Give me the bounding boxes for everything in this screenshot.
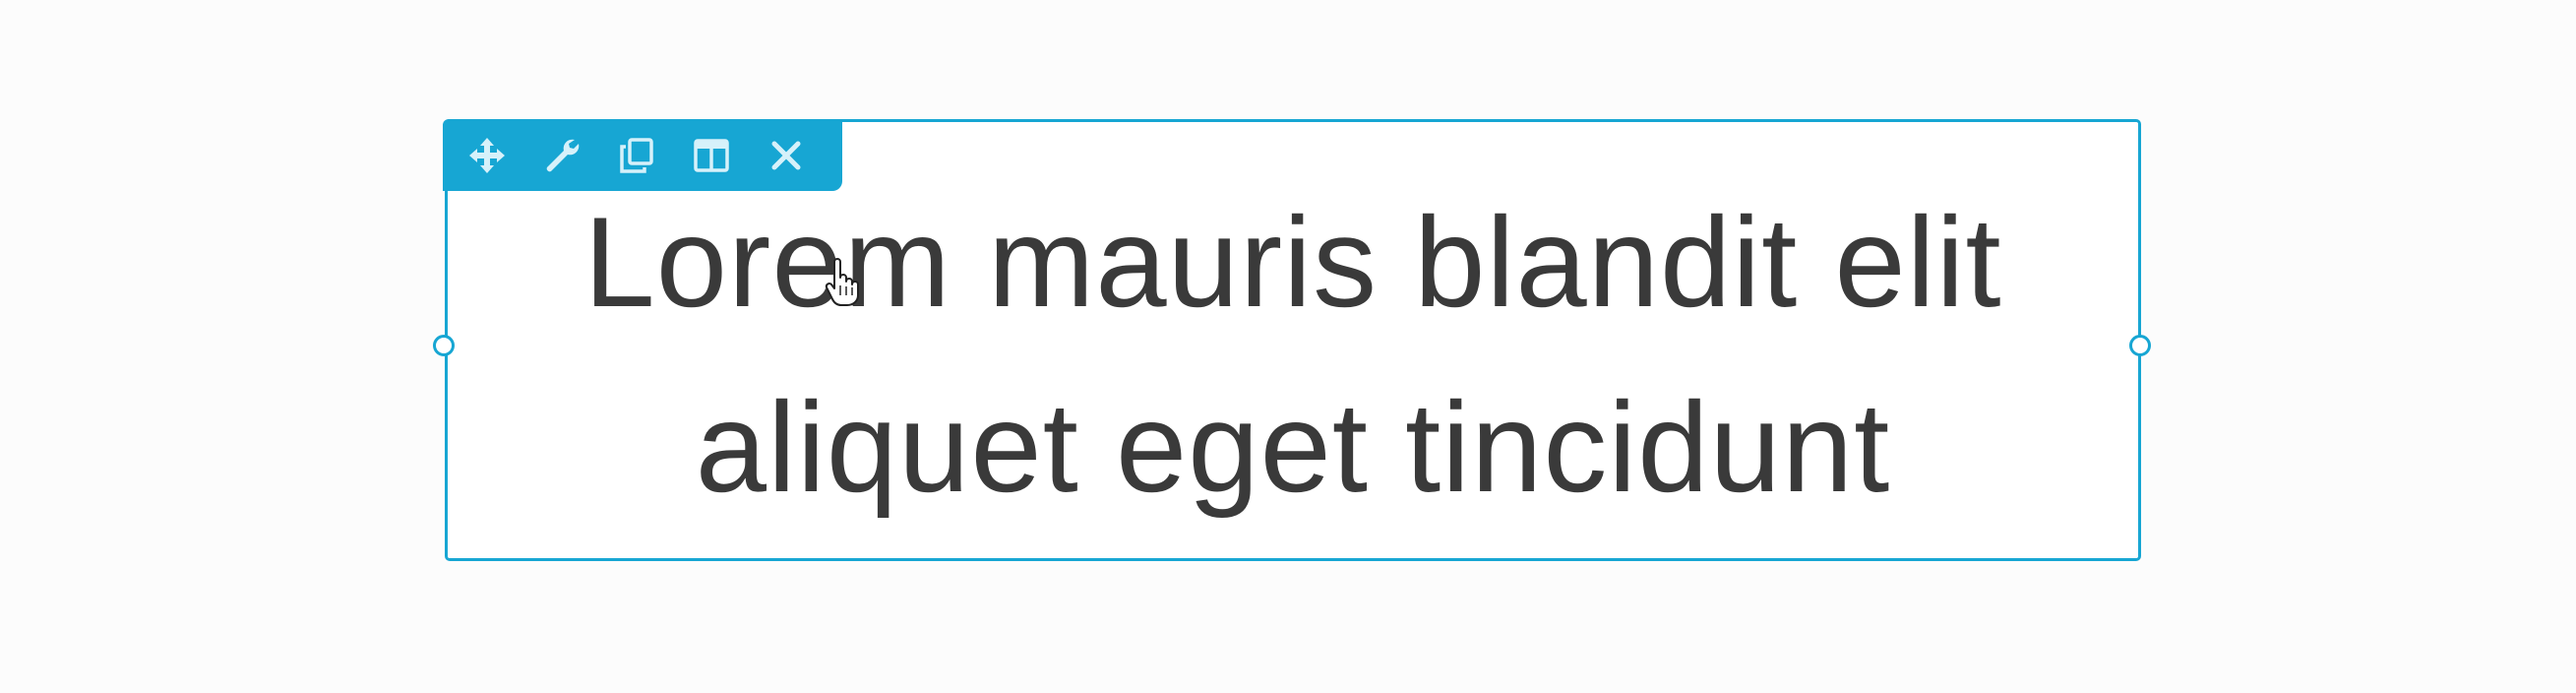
- module-text-content[interactable]: Lorem mauris blandit elit aliquet eget t…: [445, 169, 2141, 539]
- text-line-2: aliquet eget tincidunt: [695, 375, 1891, 519]
- page-canvas: Lorem mauris blandit elit aliquet eget t…: [0, 0, 2576, 693]
- hand-cursor-icon: [825, 258, 859, 306]
- text-line-1: Lorem mauris blandit elit: [583, 190, 2002, 334]
- resize-handle-left[interactable]: [433, 335, 455, 356]
- resize-handle-right[interactable]: [2129, 335, 2151, 356]
